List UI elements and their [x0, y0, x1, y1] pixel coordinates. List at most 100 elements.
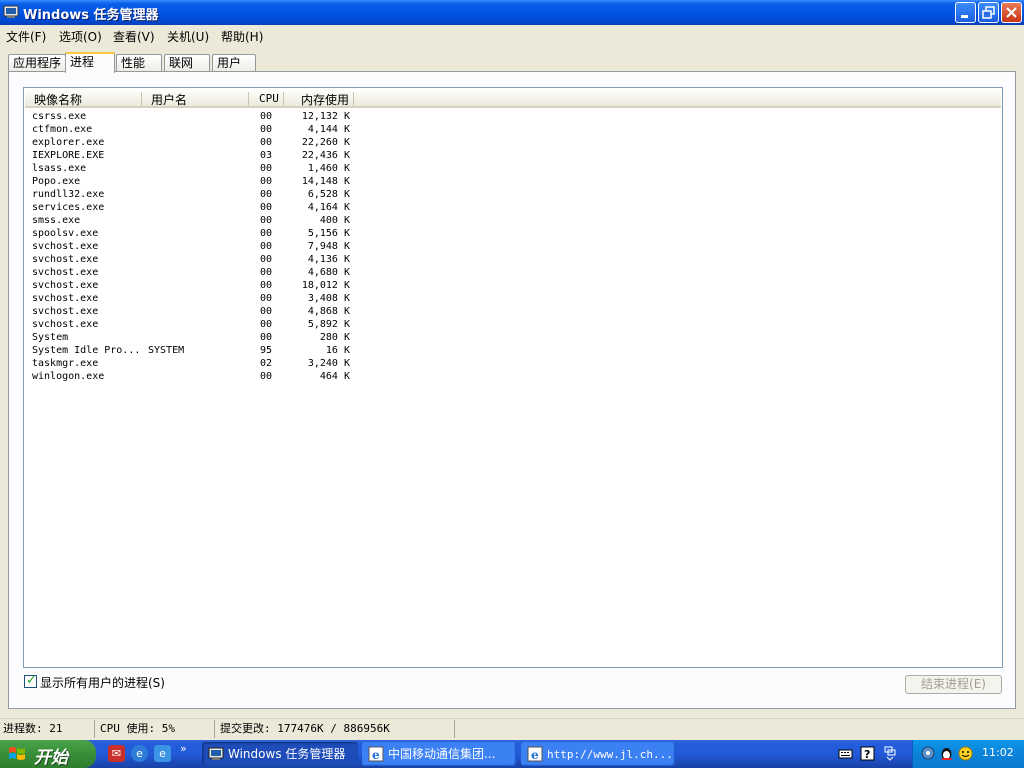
show-all-users-label[interactable]: 显示所有用户的进程(S)	[40, 674, 165, 691]
taskbar-ie-window-2[interactable]: e http://www.jl.ch...	[521, 742, 675, 766]
menu-options[interactable]: 选项(O)	[59, 28, 102, 45]
close-icon	[1006, 7, 1017, 18]
column-separator[interactable]	[141, 92, 142, 106]
table-row[interactable]: svchost.exe 00 4,868 K	[30, 305, 990, 318]
tab-networking[interactable]: 联网	[164, 54, 210, 72]
show-all-users-checkbox[interactable]: ✓	[24, 673, 37, 688]
quick-launch-desktop-icon[interactable]: e	[154, 745, 171, 762]
table-row[interactable]: svchost.exe 00 5,892 K	[30, 318, 990, 331]
table-row[interactable]: svchost.exe 00 4,680 K	[30, 266, 990, 279]
ie-icon: e	[368, 746, 384, 762]
table-row[interactable]: svchost.exe 00 3,408 K	[30, 292, 990, 305]
table-row[interactable]: csrss.exe 00 12,132 K	[30, 110, 990, 123]
quick-launch-chevron-icon[interactable]: »	[180, 742, 187, 755]
cpu-cell: 00	[260, 254, 273, 265]
help-icon[interactable]: ?	[860, 746, 875, 761]
process-name-cell: svchost.exe	[32, 293, 99, 304]
column-separator[interactable]	[283, 92, 284, 106]
process-list[interactable]: 映像名称 用户名 CPU 内存使用 csrss.exe 00 12,132 Kctf…	[23, 87, 1003, 668]
process-name-cell: taskmgr.exe	[32, 358, 99, 369]
cpu-cell: 00	[260, 280, 273, 291]
tab-processes[interactable]: 进程	[65, 52, 115, 73]
table-row[interactable]: svchost.exe 00 7,948 K	[30, 240, 990, 253]
windows-flag-icon	[9, 747, 25, 760]
table-row[interactable]: rundll32.exe 00 6,528 K	[30, 188, 990, 201]
table-row[interactable]: explorer.exe 00 22,260 K	[30, 136, 990, 149]
column-cpu[interactable]: CPU	[259, 92, 279, 105]
close-button[interactable]	[1001, 2, 1022, 23]
table-row[interactable]: winlogon.exe 00 464 K	[30, 370, 990, 383]
process-name-cell: IEXPLORE.EXE	[32, 150, 105, 161]
status-process-count: 进程数: 21	[3, 722, 63, 735]
clock[interactable]: 11:02	[982, 746, 1014, 759]
table-row[interactable]: IEXPLORE.EXE 03 22,436 K	[30, 149, 990, 162]
menu-shutdown[interactable]: 关机(U)	[167, 28, 209, 45]
cpu-cell: 00	[260, 267, 273, 278]
minimize-icon	[961, 15, 968, 18]
menu-bar: 文件(F) 选项(O) 查看(V) 关机(U) 帮助(H)	[0, 25, 1024, 47]
column-image-name[interactable]: 映像名称	[34, 91, 82, 108]
table-row[interactable]: Popo.exe 00 14,148 K	[30, 175, 990, 188]
memory-cell: 3,240 K	[307, 358, 350, 369]
cpu-cell: 00	[260, 202, 273, 213]
title-bar[interactable]: Windows 任务管理器	[0, 0, 1024, 25]
minimize-button[interactable]	[955, 2, 976, 23]
taskbar-ie-window-1-label: 中国移动通信集团...	[388, 747, 496, 761]
cpu-cell: 00	[260, 176, 273, 187]
end-process-button[interactable]: 结束进程(E)	[905, 675, 1002, 694]
smiley-icon[interactable]	[958, 746, 973, 761]
menu-help[interactable]: 帮助(H)	[221, 28, 263, 45]
memory-cell: 5,892 K	[307, 319, 350, 330]
process-name-cell: services.exe	[32, 202, 105, 213]
qq-penguin-icon[interactable]	[939, 746, 954, 761]
task-manager-icon	[208, 747, 224, 760]
start-button[interactable]: 开始	[0, 740, 96, 768]
table-row[interactable]: taskmgr.exe 02 3,240 K	[30, 357, 990, 370]
process-name-cell: svchost.exe	[32, 280, 99, 291]
process-name-cell: svchost.exe	[32, 254, 99, 265]
task-manager-window: Windows 任务管理器 文件(F) 选项(O) 查看(V) 关机(U) 帮助…	[0, 0, 1024, 740]
process-name-cell: lsass.exe	[32, 163, 87, 174]
tab-applications[interactable]: 应用程序	[8, 54, 66, 72]
list-header: 映像名称 用户名 CPU 内存使用	[25, 89, 1001, 108]
table-row[interactable]: svchost.exe 00 4,136 K	[30, 253, 990, 266]
quick-launch-app-icon[interactable]: ✉	[108, 745, 125, 762]
window-title: Windows 任务管理器	[23, 8, 159, 23]
start-label: 开始	[34, 748, 68, 768]
process-name-cell: smss.exe	[32, 215, 81, 226]
taskbar-ie-window-1[interactable]: e 中国移动通信集团...	[362, 742, 516, 766]
column-separator[interactable]	[248, 92, 249, 106]
column-memory[interactable]: 内存使用	[301, 91, 349, 108]
memory-cell: 4,164 K	[307, 202, 350, 213]
task-manager-icon	[3, 5, 19, 18]
language-bar-icon[interactable]	[882, 746, 897, 761]
process-name-cell: csrss.exe	[32, 111, 87, 122]
table-row[interactable]: lsass.exe 00 1,460 K	[30, 162, 990, 175]
table-row[interactable]: svchost.exe 00 18,012 K	[30, 279, 990, 292]
memory-cell: 4,680 K	[307, 267, 350, 278]
taskbar-task-manager[interactable]: Windows 任务管理器	[202, 742, 358, 766]
column-separator[interactable]	[353, 92, 354, 106]
table-row[interactable]: spoolsv.exe 00 5,156 K	[30, 227, 990, 240]
table-row[interactable]: services.exe 00 4,164 K	[30, 201, 990, 214]
menu-file[interactable]: 文件(F)	[6, 28, 46, 45]
table-row[interactable]: System 00 280 K	[30, 331, 990, 344]
restore-button[interactable]	[978, 2, 999, 23]
quick-launch-ie-icon[interactable]: e	[131, 745, 148, 762]
network-icon[interactable]	[921, 746, 936, 761]
keyboard-icon[interactable]	[838, 746, 853, 761]
taskbar-ie-window-2-label: http://www.jl.ch...	[547, 748, 673, 761]
cpu-cell: 00	[260, 228, 273, 239]
menu-view[interactable]: 查看(V)	[113, 28, 155, 45]
table-row[interactable]: ctfmon.exe 00 4,144 K	[30, 123, 990, 136]
tab-users[interactable]: 用户	[212, 54, 256, 72]
restore-icon	[982, 6, 995, 19]
cpu-cell: 00	[260, 189, 273, 200]
process-name-cell: spoolsv.exe	[32, 228, 99, 239]
process-name-cell: Popo.exe	[32, 176, 81, 187]
column-user-name[interactable]: 用户名	[151, 91, 187, 108]
table-row[interactable]: System Idle Pro... SYSTEM 95 16 K	[30, 344, 990, 357]
table-row[interactable]: smss.exe 00 400 K	[30, 214, 990, 227]
check-icon: ✓	[26, 673, 37, 688]
tab-performance[interactable]: 性能	[116, 54, 162, 72]
